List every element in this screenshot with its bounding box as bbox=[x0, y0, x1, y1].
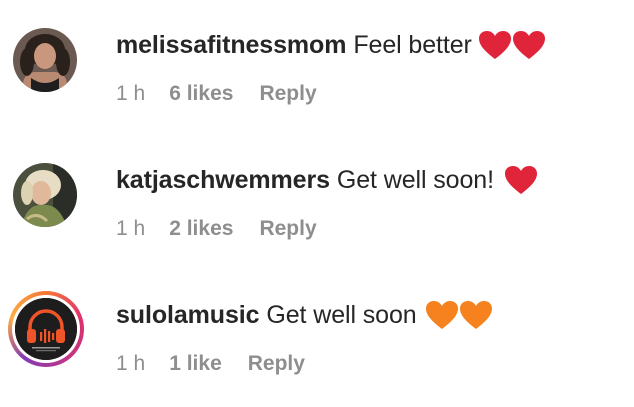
comment-list: melissafitnessmom Feel better 1 h 6 like… bbox=[0, 0, 634, 407]
avatar[interactable] bbox=[13, 163, 77, 227]
avatar-photo bbox=[13, 163, 77, 227]
reply-button[interactable]: Reply bbox=[248, 352, 305, 376]
headphones-logo-icon bbox=[15, 298, 77, 360]
comment-body: melissafitnessmom Feel better bbox=[116, 28, 546, 62]
comment-meta: 1 h 1 like Reply bbox=[116, 352, 305, 376]
red-heart-emoji-icon bbox=[512, 30, 546, 60]
comment-time: 1 h bbox=[116, 217, 146, 240]
comment-likes-link[interactable]: 2 likes bbox=[169, 217, 233, 241]
comment-time: 1 h bbox=[116, 352, 146, 375]
comment-username[interactable]: melissafitnessmom bbox=[116, 31, 346, 60]
red-heart-emoji-icon bbox=[504, 165, 538, 195]
comment-item: sulolamusic Get well soon 1 h 1 like Rep… bbox=[0, 270, 634, 400]
avatar[interactable] bbox=[13, 28, 77, 92]
comment-likes-link[interactable]: 1 like bbox=[169, 352, 222, 376]
comment-text: Get well soon bbox=[266, 300, 417, 329]
reply-button[interactable]: Reply bbox=[259, 217, 316, 241]
comment-item: katjaschwemmers Get well soon! 1 h 2 lik… bbox=[0, 135, 634, 265]
comment-body: sulolamusic Get well soon bbox=[116, 298, 493, 332]
comment-username[interactable]: katjaschwemmers bbox=[116, 166, 330, 195]
red-heart-emoji-icon bbox=[478, 30, 512, 60]
comment-text: Get well soon! bbox=[336, 165, 494, 194]
comment-body: katjaschwemmers Get well soon! bbox=[116, 163, 538, 197]
comment-meta: 1 h 6 likes Reply bbox=[116, 82, 317, 106]
comment-text: Feel better bbox=[353, 30, 472, 59]
orange-heart-emoji-icon bbox=[459, 300, 493, 330]
reply-button[interactable]: Reply bbox=[259, 82, 316, 106]
avatar-story-ring[interactable] bbox=[8, 291, 84, 367]
avatar-photo bbox=[13, 28, 77, 92]
comment-item: melissafitnessmom Feel better 1 h 6 like… bbox=[0, 0, 634, 130]
orange-heart-emoji-icon bbox=[425, 300, 459, 330]
comment-likes-link[interactable]: 6 likes bbox=[169, 82, 233, 106]
comment-time: 1 h bbox=[116, 82, 146, 105]
comment-meta: 1 h 2 likes Reply bbox=[116, 217, 317, 241]
comment-username[interactable]: sulolamusic bbox=[116, 301, 260, 330]
